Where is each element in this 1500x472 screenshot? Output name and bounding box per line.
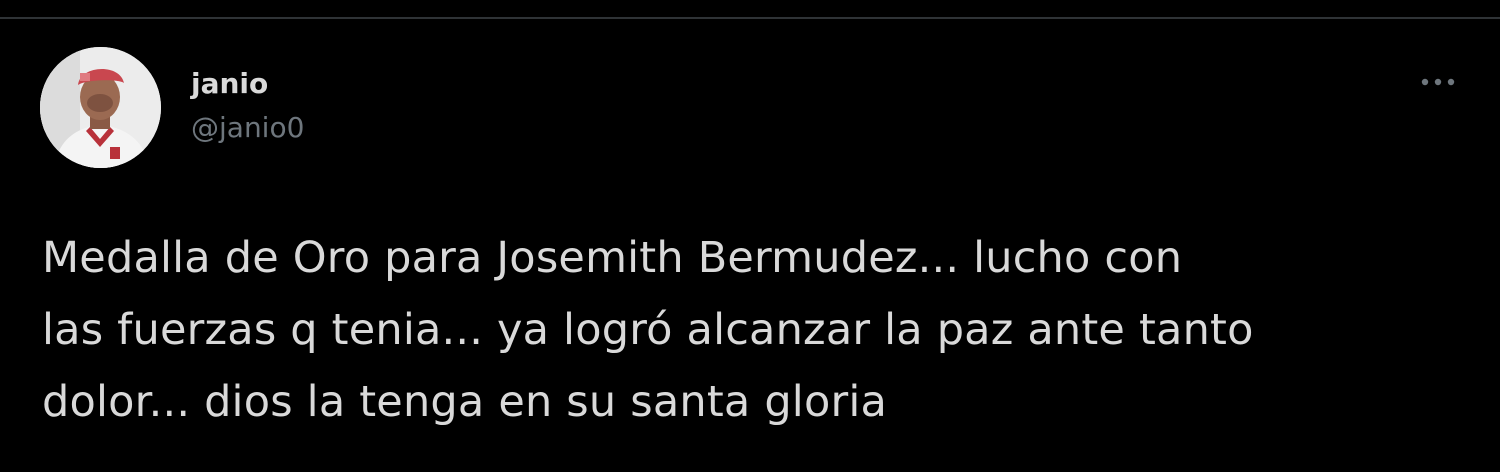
- divider: [0, 17, 1500, 19]
- author-display-name[interactable]: janio: [191, 64, 304, 104]
- tweet-text: Medalla de Oro para Josemith Bermudez...…: [42, 233, 1254, 427]
- author-block: janio @janio0: [191, 64, 304, 148]
- tweet-card: janio @janio0 Medalla de Oro para Josemi…: [0, 0, 1500, 472]
- more-horizontal-icon: [1421, 78, 1455, 86]
- avatar-image: [40, 47, 161, 168]
- more-options-button[interactable]: [1416, 62, 1460, 102]
- avatar[interactable]: [40, 47, 161, 168]
- author-handle[interactable]: @janio0: [191, 108, 304, 148]
